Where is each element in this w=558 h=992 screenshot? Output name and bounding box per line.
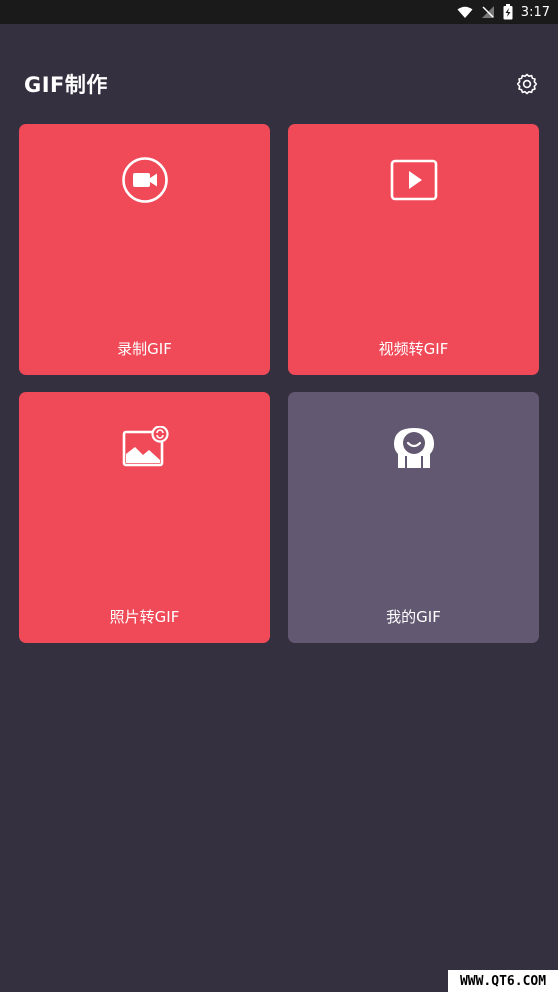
video-to-gif-tile[interactable]: 视频转GIF xyxy=(288,124,539,375)
status-bar: 3:17 xyxy=(0,0,558,24)
wifi-icon xyxy=(457,6,473,19)
smiling-character-icon xyxy=(388,424,440,472)
video-camera-icon xyxy=(119,156,171,204)
photo-to-gif-label: 照片转GIF xyxy=(109,608,180,626)
battery-charging-icon xyxy=(503,4,513,20)
gear-icon[interactable] xyxy=(514,71,540,97)
app-header: GIF制作 xyxy=(24,68,540,100)
signal-off-icon xyxy=(481,5,495,19)
my-gif-label: 我的GIF xyxy=(386,608,441,626)
page-title: GIF制作 xyxy=(24,73,108,97)
record-gif-tile[interactable]: 录制GIF xyxy=(19,124,270,375)
record-gif-label: 录制GIF xyxy=(117,340,172,358)
watermark: WWW.QT6.COM xyxy=(448,970,558,992)
status-time: 3:17 xyxy=(520,4,550,20)
image-convert-icon xyxy=(119,424,171,472)
video-to-gif-label: 视频转GIF xyxy=(378,340,449,358)
photo-to-gif-tile[interactable]: 照片转GIF xyxy=(19,392,270,643)
play-icon xyxy=(388,156,440,204)
my-gif-tile[interactable]: 我的GIF xyxy=(288,392,539,643)
